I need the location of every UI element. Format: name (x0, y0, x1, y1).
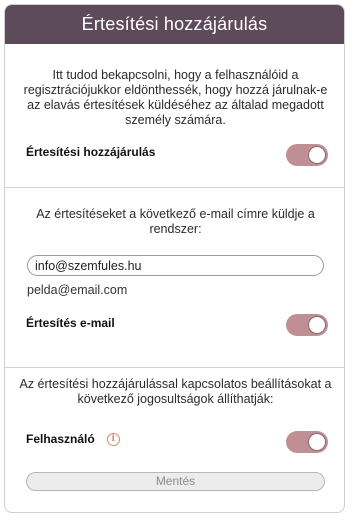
toggle-knob (308, 316, 326, 334)
panel-title: Értesítési hozzájárulás (81, 14, 268, 34)
consent-section: Itt tudod bekapcsolni, hogy a felhasznál… (5, 44, 344, 188)
permission-row: Felhasználó i (26, 432, 120, 446)
email-section: Az értesítéseket a következő e-mail címr… (5, 188, 344, 368)
consent-description: Itt tudod bekapcsolni, hogy a felhasznál… (23, 68, 328, 127)
email-toggle[interactable] (286, 314, 328, 336)
email-toggle-label: Értesítés e-mail (26, 316, 115, 330)
save-button[interactable]: Mentés (26, 472, 325, 491)
permission-toggle-label: Felhasználó (26, 432, 95, 446)
permission-description: Az értesítési hozzájárulással kapcsolato… (19, 377, 332, 406)
consent-toggle-label: Értesítési hozzájárulás (26, 145, 156, 159)
user-permission-toggle[interactable] (286, 431, 328, 453)
info-icon[interactable]: i (106, 432, 120, 446)
permission-section: Az értesítési hozzájárulással kapcsolato… (5, 368, 344, 512)
consent-settings-panel: Értesítési hozzájárulás Itt tudod bekapc… (4, 4, 345, 513)
panel-header: Értesítési hozzájárulás (5, 5, 344, 44)
email-description: Az értesítéseket a következő e-mail címr… (36, 207, 315, 236)
email-example-text: pelda@email.com (27, 283, 128, 297)
toggle-knob (308, 146, 326, 164)
email-input[interactable] (27, 255, 324, 276)
toggle-knob (308, 433, 326, 451)
consent-toggle[interactable] (286, 144, 328, 166)
